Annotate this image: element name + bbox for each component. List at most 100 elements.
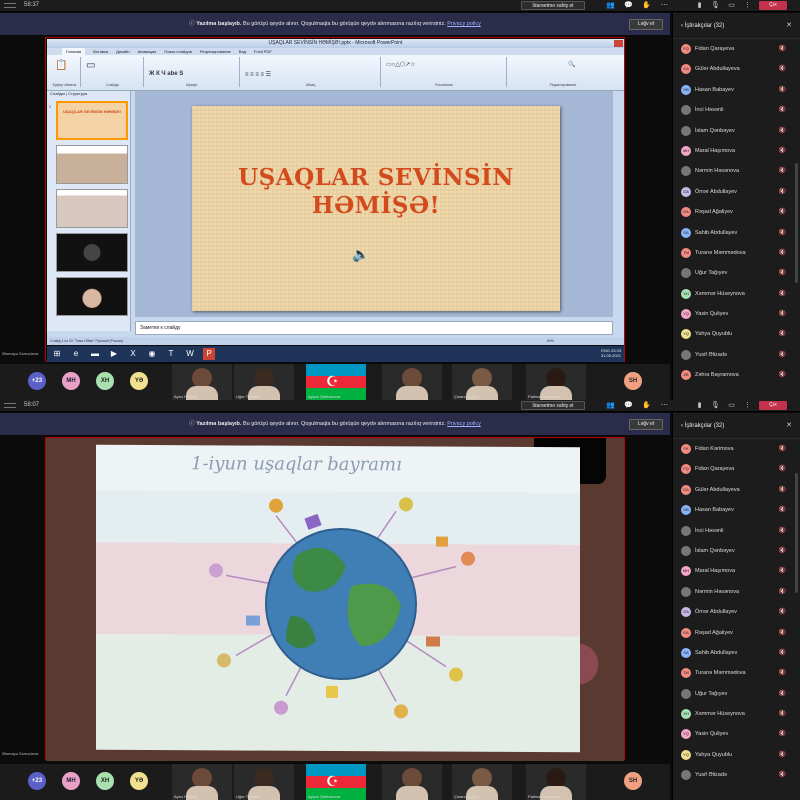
participant-row[interactable]: İnci Həsənli 🔇: [673, 100, 800, 120]
leave-button[interactable]: Çıx: [759, 1, 787, 10]
participant-row[interactable]: FQ Fidan Qarayeva 🔇: [673, 39, 800, 59]
participant-row[interactable]: GA Gülər Abdullayeva 🔇: [673, 59, 800, 79]
tab-foxit[interactable]: Foxit PDF: [254, 48, 272, 55]
share-screen-icon[interactable]: ▭: [727, 2, 736, 10]
current-slide[interactable]: UŞAQLAR SEVİNSİN HƏMİŞƏ! 🔈: [192, 106, 560, 311]
video-tile[interactable]: Fatimə Səmədova: [526, 764, 586, 800]
tab-review[interactable]: Рецензирование: [200, 48, 231, 55]
participant-row[interactable]: Uğur Tağıyev 🔇: [673, 684, 800, 704]
reactions-icon[interactable]: ✋: [642, 2, 651, 10]
participants-icon[interactable]: 👥: [606, 2, 615, 10]
windows-start-icon[interactable]: ⊞: [51, 348, 63, 360]
tab-view[interactable]: Вид: [239, 48, 246, 55]
find-icon[interactable]: 🔍: [568, 61, 575, 68]
participant-row[interactable]: GA Gülər Abdullayeva 🔇: [673, 480, 800, 500]
overflow-count[interactable]: +23: [28, 772, 46, 790]
participant-row[interactable]: YQ Yahya Quyublu 🔇: [673, 745, 800, 765]
reactions-icon[interactable]: ✋: [642, 402, 651, 410]
privacy-policy-link[interactable]: Privacy policy: [447, 421, 481, 427]
participant-row[interactable]: Yusif Əlizadə 🔇: [673, 765, 800, 785]
video-tile[interactable]: Aysu Həsənli: [172, 764, 232, 800]
participant-row[interactable]: ÖA Ömər Abdullayev 🔇: [673, 182, 800, 202]
participant-row[interactable]: HB Hasan Babayev 🔇: [673, 80, 800, 100]
options-icon[interactable]: ⋮: [743, 2, 752, 10]
participant-row[interactable]: XH Xəmmər Hüseynova 🔇: [673, 284, 800, 304]
folder-icon[interactable]: ▬: [89, 348, 101, 360]
dismiss-button[interactable]: Ləğv et: [629, 419, 663, 430]
slide-thumb-5[interactable]: [56, 277, 128, 316]
participant-row[interactable]: ÖA Ömər Abdullayev 🔇: [673, 602, 800, 622]
scrollbar[interactable]: [795, 163, 798, 283]
tab-insert[interactable]: Вставка: [93, 48, 108, 55]
shapes-icon[interactable]: ▭○△⬠↗☆: [386, 61, 416, 68]
participant-row[interactable]: YQ Yasin Quliyev 🔇: [673, 304, 800, 324]
slide-thumb-2[interactable]: [56, 145, 128, 184]
speaker-icon[interactable]: 🔈: [352, 246, 369, 263]
video-tile[interactable]: Ayşən Şahbazova: [306, 764, 366, 800]
more-options-icon[interactable]: ⋯: [660, 402, 669, 410]
participant-row[interactable]: İslam Qənbəyev 🔇: [673, 121, 800, 141]
thumbnail-tabs[interactable]: Слайды | Структура: [47, 91, 130, 97]
participant-row[interactable]: MH Maral Haşımova 🔇: [673, 561, 800, 581]
paste-icon[interactable]: 📋: [55, 60, 67, 71]
participant-row[interactable]: HB Hasan Babayev 🔇: [673, 500, 800, 520]
tab-slideshow[interactable]: Показ слайдов: [164, 48, 192, 55]
close-icon[interactable]: [614, 40, 623, 47]
video-tile[interactable]: [382, 764, 442, 800]
participant-row[interactable]: SA Sahib Abdullayev 🔇: [673, 223, 800, 243]
avatar[interactable]: SH: [624, 372, 642, 390]
participant-row[interactable]: Nərmin Həsənova 🔇: [673, 582, 800, 602]
avatar[interactable]: MH: [62, 372, 80, 390]
video-tile[interactable]: Uğur Tağıyev: [234, 764, 294, 800]
participant-row[interactable]: XH Xəmmər Hüseynova 🔇: [673, 704, 800, 724]
options-icon[interactable]: ⋮: [743, 402, 752, 410]
share-screen-icon[interactable]: ▭: [727, 402, 736, 410]
zoom-level[interactable]: 69%: [547, 337, 554, 345]
video-tile[interactable]: Çinarə Cəfərli: [452, 364, 512, 400]
teams-icon[interactable]: T: [165, 348, 177, 360]
tab-home[interactable]: Главная: [62, 48, 86, 55]
participant-row[interactable]: ZB Zəhra Bayramova 🔇: [673, 365, 800, 385]
mic-off-icon[interactable]: 🎙: [711, 2, 720, 10]
participant-row[interactable]: Uğur Tağıyev 🔇: [673, 263, 800, 283]
participant-row[interactable]: TM Turanə Məmmədova 🔇: [673, 243, 800, 263]
overflow-count[interactable]: +23: [28, 372, 46, 390]
privacy-policy-link[interactable]: Privacy policy: [447, 21, 481, 27]
participant-row[interactable]: Yusif Əlizadə 🔇: [673, 345, 800, 365]
chrome-icon[interactable]: ◉: [146, 348, 158, 360]
dismiss-button[interactable]: Ləğv et: [629, 19, 663, 30]
camera-off-icon[interactable]: ▮: [695, 402, 704, 410]
mic-off-icon[interactable]: 🎙: [711, 402, 720, 410]
ie-icon[interactable]: e: [70, 348, 82, 360]
request-control-button[interactable]: İdarəetmə xahiş et: [521, 401, 585, 410]
request-control-button[interactable]: İdarəetmə xahiş et: [521, 1, 585, 10]
drag-handle-icon[interactable]: [4, 403, 16, 408]
leave-button[interactable]: Çıx: [759, 401, 787, 410]
participant-row[interactable]: RA Rəşad Ağaliyev 🔇: [673, 202, 800, 222]
video-tile[interactable]: Çinarə Cəfərli: [452, 764, 512, 800]
avatar[interactable]: YƏ: [130, 372, 148, 390]
close-icon[interactable]: ✕: [786, 13, 792, 39]
participant-row[interactable]: İslam Qənbəyev 🔇: [673, 541, 800, 561]
slide-thumb-3[interactable]: [56, 189, 128, 228]
camera-off-icon[interactable]: ▮: [695, 2, 704, 10]
excel-icon[interactable]: X: [127, 348, 139, 360]
close-icon[interactable]: ✕: [786, 413, 792, 439]
participant-row[interactable]: YQ Yasin Quliyev 🔇: [673, 724, 800, 744]
powerpoint-icon[interactable]: P: [203, 348, 215, 360]
tab-design[interactable]: Дизайн: [116, 48, 129, 55]
participant-row[interactable]: FQ Fidan Qarayeva 🔇: [673, 459, 800, 479]
new-slide-icon[interactable]: ▭: [86, 60, 95, 71]
participant-row[interactable]: MH Maral Haşımova 🔇: [673, 141, 800, 161]
participant-row[interactable]: FK Fidan Kərimova 🔇: [673, 439, 800, 459]
video-tile[interactable]: Aysu Həsənli: [172, 364, 232, 400]
participant-row[interactable]: İnci Həsənli 🔇: [673, 521, 800, 541]
avatar[interactable]: YƏ: [130, 772, 148, 790]
avatar[interactable]: MH: [62, 772, 80, 790]
video-tile[interactable]: [382, 364, 442, 400]
video-tile[interactable]: Fatimə Səmədova: [526, 364, 586, 400]
participant-row[interactable]: TM Turanə Məmmədova 🔇: [673, 663, 800, 683]
font-format-icons[interactable]: Ж К Ч abe S: [149, 71, 183, 77]
slide-thumb-1[interactable]: UŞAQLAR SEVİNSİN HƏMİŞƏ!: [56, 101, 128, 140]
scrollbar[interactable]: [795, 473, 798, 593]
